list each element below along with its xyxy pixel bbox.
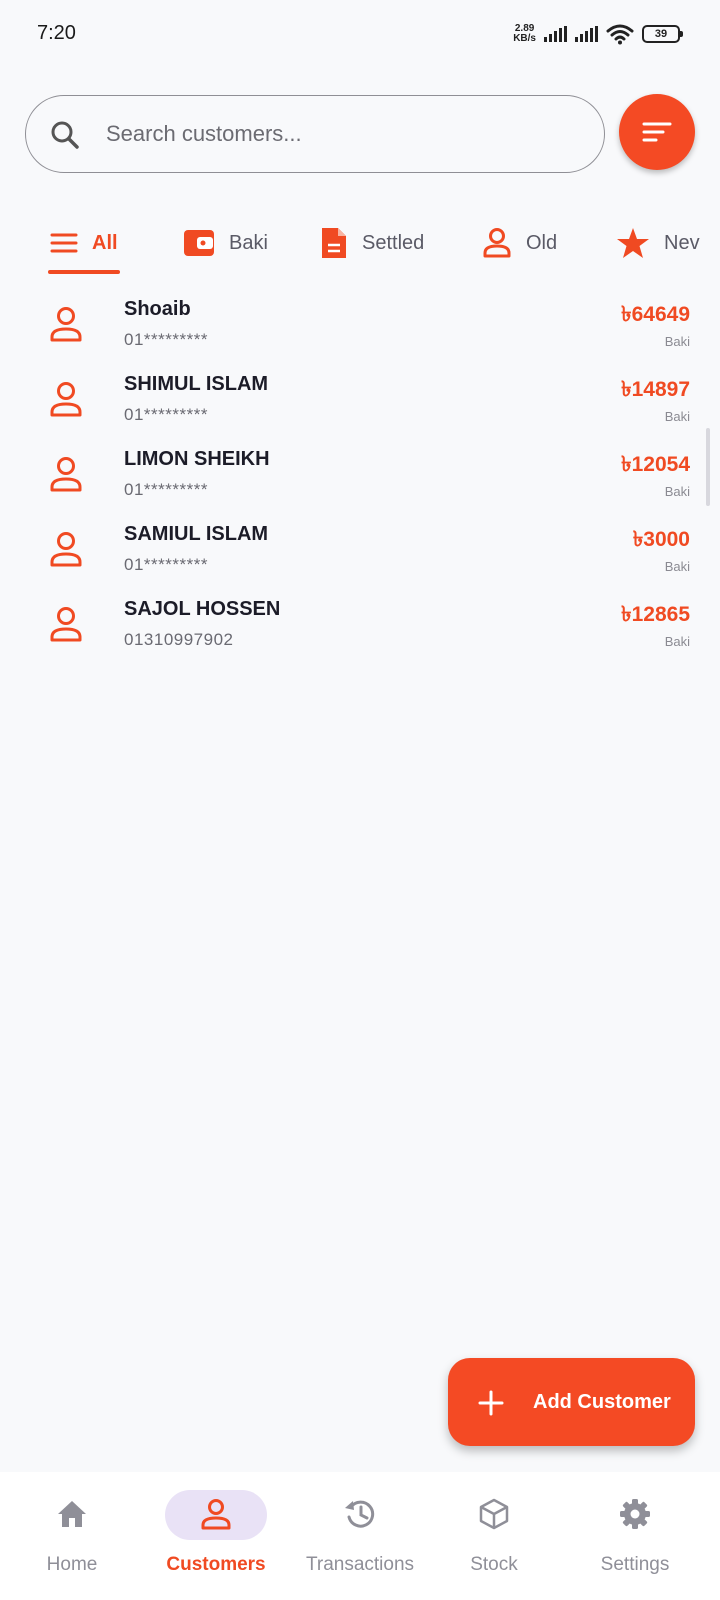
customer-amount: ৳64649 [621, 303, 690, 326]
network-speed: 2.89 KB/s [513, 24, 536, 44]
tab-new[interactable]: Nev [616, 210, 700, 276]
sort-lines-icon [642, 122, 672, 142]
customer-row[interactable]: SHIMUL ISLAM 01********* ৳14897 Baki [0, 365, 700, 439]
nav-label: Customers [166, 1554, 266, 1575]
status-icons: 2.89 KB/s 39 [513, 20, 683, 48]
tab-label: Baki [229, 231, 268, 254]
tab-old[interactable]: Old [482, 210, 557, 276]
person-icon [50, 457, 82, 492]
customer-amount: ৳3000 [632, 528, 690, 551]
nav-stock[interactable]: Stock [422, 1472, 566, 1600]
star-icon [617, 228, 649, 258]
active-tab-indicator [48, 270, 120, 274]
customer-name: Shoaib [124, 298, 191, 320]
nav-label: Transactions [305, 1554, 415, 1575]
menu-lines-icon [50, 233, 78, 253]
customer-amount: ৳14897 [621, 378, 690, 401]
customer-name: SHIMUL ISLAM [124, 373, 269, 395]
customer-amount: ৳12865 [621, 603, 690, 626]
customer-name: SAJOL HOSSEN [124, 598, 281, 620]
person-icon [50, 382, 82, 417]
tab-label: Nev [664, 231, 700, 254]
customer-row[interactable]: Shoaib 01********* ৳64649 Baki [0, 290, 700, 364]
history-icon [345, 1500, 375, 1528]
network-speed-unit: KB/s [513, 33, 536, 44]
customer-name: SAMIUL ISLAM [124, 523, 269, 545]
customer-row[interactable]: LIMON SHEIKH 01********* ৳12054 Baki [0, 440, 700, 514]
status-time: 7:20 [37, 22, 76, 44]
nav-customers[interactable]: Customers [144, 1472, 288, 1600]
tab-baki[interactable]: Baki [183, 210, 268, 276]
customer-row[interactable]: SAJOL HOSSEN 01310997902 ৳12865 Baki [0, 590, 700, 664]
tab-all[interactable]: All [50, 210, 118, 276]
customer-phone: 01********* [124, 330, 208, 349]
customer-amount: ৳12054 [621, 453, 690, 476]
add-customer-label: Add Customer [533, 1391, 671, 1413]
customer-row[interactable]: SAMIUL ISLAM 01********* ৳3000 Baki [0, 515, 700, 589]
filter-button[interactable] [619, 94, 695, 170]
nav-label: Home [46, 1554, 98, 1575]
person-icon [483, 228, 511, 258]
tab-label: Settled [362, 231, 425, 254]
home-icon [58, 1501, 86, 1527]
nav-settings[interactable]: Settings [563, 1472, 707, 1600]
customer-status: Baki [664, 634, 690, 649]
nav-transactions[interactable]: Transactions [288, 1472, 432, 1600]
tab-label: All [92, 231, 118, 254]
customer-phone: 01********* [124, 555, 208, 574]
customer-status: Baki [664, 334, 690, 349]
wallet-icon [184, 230, 214, 256]
filter-tabs: All Baki Settled Old Nev [0, 210, 720, 280]
customer-status: Baki [664, 409, 690, 424]
gear-icon [620, 1499, 650, 1529]
person-icon [50, 532, 82, 567]
customer-phone: 01********* [124, 480, 208, 499]
search-icon [51, 121, 79, 149]
box-icon [479, 1498, 509, 1530]
search-input[interactable] [106, 114, 586, 154]
tab-settled[interactable]: Settled [320, 210, 424, 276]
customer-status: Baki [664, 559, 690, 574]
add-customer-button[interactable]: Add Customer [448, 1358, 695, 1446]
person-icon [50, 607, 82, 642]
customer-phone: 01310997902 [124, 630, 234, 649]
status-bar: 7:20 2.89 KB/s 39 [0, 0, 720, 64]
nav-home[interactable]: Home [0, 1472, 144, 1600]
battery-icon: 39 [642, 25, 683, 43]
nav-label: Stock [470, 1554, 518, 1575]
signal-icon [575, 26, 598, 42]
tab-label: Old [526, 231, 558, 254]
customer-status: Baki [664, 484, 690, 499]
customer-phone: 01********* [124, 405, 208, 424]
search-bar[interactable] [25, 95, 605, 173]
list-scrollbar[interactable] [706, 428, 710, 506]
signal-icon [544, 26, 567, 42]
person-icon [201, 1499, 231, 1530]
plus-icon [478, 1390, 504, 1416]
document-icon [322, 228, 346, 258]
person-icon [50, 307, 82, 342]
wifi-icon [606, 24, 634, 45]
nav-label: Settings [600, 1554, 670, 1575]
bottom-navigation: Home Customers Transactions Stock Settin… [0, 1472, 720, 1600]
customer-name: LIMON SHEIKH [124, 448, 270, 470]
